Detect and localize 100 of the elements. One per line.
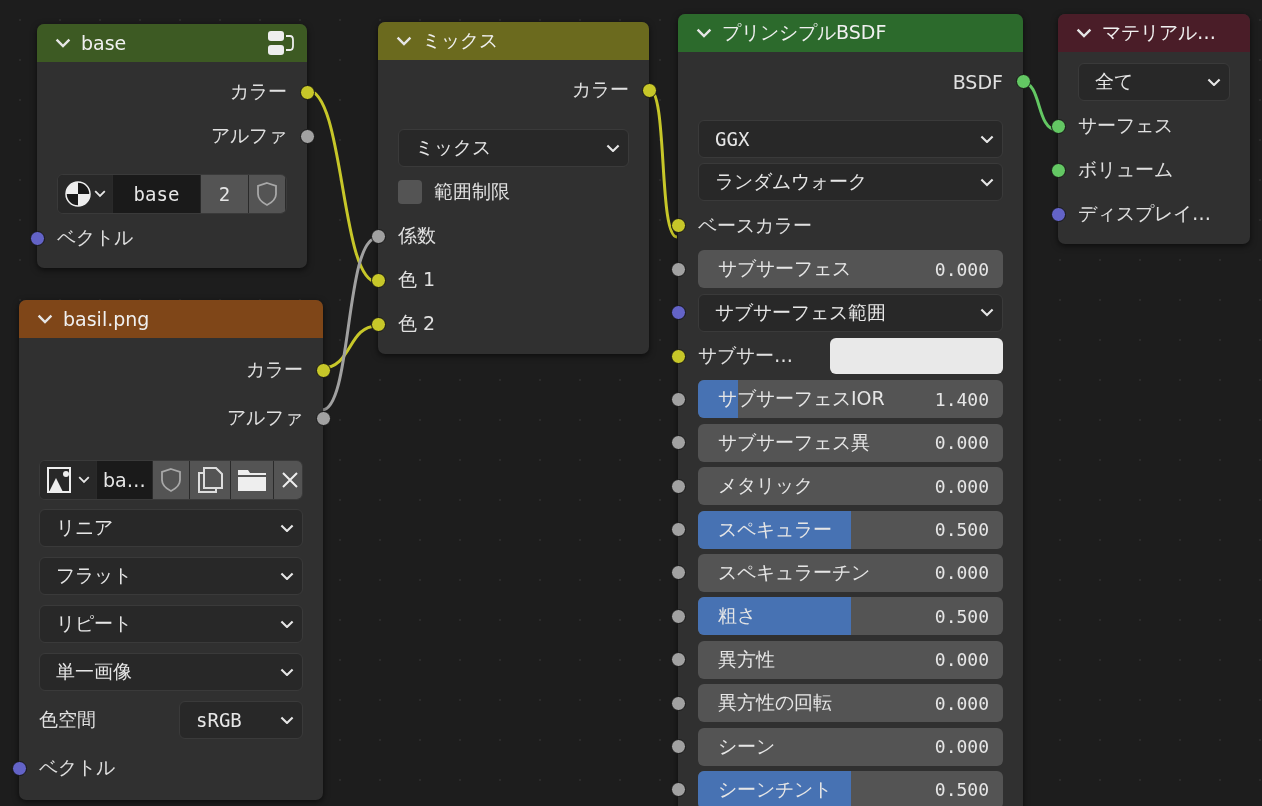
socket-label: 色 1 (398, 267, 436, 292)
socket[interactable] (670, 565, 686, 581)
socket[interactable] (370, 272, 386, 288)
dropdown[interactable]: 全て (1078, 63, 1230, 101)
dropdown[interactable]: sRGB (179, 701, 303, 739)
node-group-icon (267, 30, 295, 56)
caret-icon (280, 667, 294, 677)
dropdown[interactable]: フラット (39, 557, 303, 595)
value-slider[interactable]: サブサーフェスIOR 1.400 (698, 380, 1003, 419)
value-slider[interactable]: シーンチント 0.500 (698, 770, 1003, 806)
socket[interactable] (641, 82, 657, 98)
caret-icon (980, 134, 994, 144)
image-name-field[interactable]: ba… (97, 461, 153, 499)
socket-label: BSDF (952, 70, 1003, 93)
socket-label: ボリューム (1078, 157, 1173, 182)
caret-icon (280, 571, 294, 581)
caret-icon (280, 715, 294, 725)
value-slider[interactable]: 異方性の回転 0.000 (698, 684, 1003, 723)
dropdown[interactable]: ランダムウォーク (698, 163, 1003, 202)
unlink-button[interactable] (273, 461, 302, 499)
socket[interactable] (670, 348, 686, 364)
checkbox[interactable] (398, 180, 422, 204)
copy-icon (195, 466, 224, 494)
value-slider[interactable]: サブサーフェス 0.000 (698, 250, 1003, 289)
value-slider[interactable]: メタリック 0.000 (698, 467, 1003, 506)
value-slider[interactable]: 粗さ 0.500 (698, 597, 1003, 636)
socket[interactable] (670, 782, 686, 798)
chevron-icon (396, 36, 412, 46)
socket[interactable] (670, 435, 686, 451)
socket-label: ベクトル (39, 755, 115, 780)
socket[interactable] (299, 84, 315, 100)
socket[interactable] (670, 608, 686, 624)
socket[interactable] (315, 410, 331, 426)
chevron-icon (696, 28, 712, 38)
socket[interactable] (370, 316, 386, 332)
socket-label: 色 2 (398, 311, 436, 336)
value-slider[interactable]: サブサーフェス異 0.000 (698, 423, 1003, 462)
dropdown[interactable]: サブサーフェス範囲 (698, 293, 1003, 332)
datablock-name-field[interactable]: base (113, 175, 201, 213)
caret-icon (606, 143, 620, 153)
caret-icon (980, 308, 994, 317)
dropdown[interactable]: ミックス (398, 129, 629, 167)
folder-icon (236, 468, 267, 492)
fake-user-button[interactable] (249, 175, 286, 213)
socket[interactable] (670, 261, 686, 277)
node-title: プリンシプルBSDF (722, 20, 888, 45)
socket[interactable] (670, 522, 686, 538)
caret-icon (280, 523, 294, 533)
socket-label: カラー (230, 79, 287, 104)
socket[interactable] (670, 391, 686, 407)
dropdown[interactable]: リニア (39, 509, 303, 547)
socket[interactable] (370, 228, 386, 244)
socket-label: カラー (572, 77, 629, 102)
node-title: basil.png (63, 308, 151, 330)
node-title: ミックス (422, 28, 499, 53)
socket-label: アルファ (227, 405, 303, 430)
node-title: base (81, 32, 128, 54)
socket-label: 係数 (398, 223, 436, 248)
color-swatch[interactable] (830, 338, 1003, 375)
socket[interactable] (670, 652, 686, 668)
socket[interactable] (670, 695, 686, 711)
socket[interactable] (1015, 74, 1031, 90)
user-count-button[interactable]: 2 (201, 175, 249, 213)
fake-user-button[interactable] (152, 461, 190, 499)
socket[interactable] (315, 362, 331, 378)
property-label: 色空間 (39, 707, 97, 732)
caret-icon (980, 178, 994, 187)
socket-label: サブサー… (698, 343, 793, 369)
socket-label: ディスプレイ… (1078, 201, 1211, 226)
node-header[interactable]: マテリアル… (1058, 14, 1250, 52)
caret-icon (78, 476, 90, 484)
socket[interactable] (1050, 162, 1066, 178)
duplicate-button[interactable] (189, 461, 231, 499)
socket[interactable] (1050, 118, 1066, 134)
dropdown[interactable]: 単一画像 (39, 653, 303, 691)
socket[interactable] (299, 128, 315, 144)
sphere-icon (64, 180, 92, 208)
socket-label: カラー (246, 357, 303, 382)
open-file-button[interactable] (230, 461, 274, 499)
node-title: マテリアル… (1102, 20, 1217, 45)
shield-icon (255, 181, 279, 207)
socket-label: ベクトル (57, 225, 133, 250)
close-icon (279, 470, 300, 490)
chevron-icon (37, 314, 53, 324)
socket[interactable] (670, 478, 686, 494)
value-slider[interactable]: シーン 0.000 (698, 727, 1003, 766)
value-slider[interactable]: 異方性 0.000 (698, 640, 1003, 679)
dropdown[interactable]: GGX (698, 120, 1003, 159)
dropdown[interactable]: リピート (39, 605, 303, 643)
socket-label: アルファ (211, 123, 287, 148)
value-slider[interactable]: スペキュラー 0.500 (698, 510, 1003, 549)
node-header[interactable]: ミックス (378, 22, 649, 60)
node-header[interactable]: basil.png (19, 300, 323, 338)
caret-icon (1207, 77, 1221, 87)
node-header[interactable]: base (37, 24, 307, 62)
chevron-icon (1076, 28, 1092, 38)
socket[interactable] (670, 739, 686, 755)
value-slider[interactable]: スペキュラーチン 0.000 (698, 554, 1003, 592)
node-header[interactable]: プリンシプルBSDF (678, 14, 1023, 52)
socket-label: サーフェス (1078, 113, 1173, 138)
